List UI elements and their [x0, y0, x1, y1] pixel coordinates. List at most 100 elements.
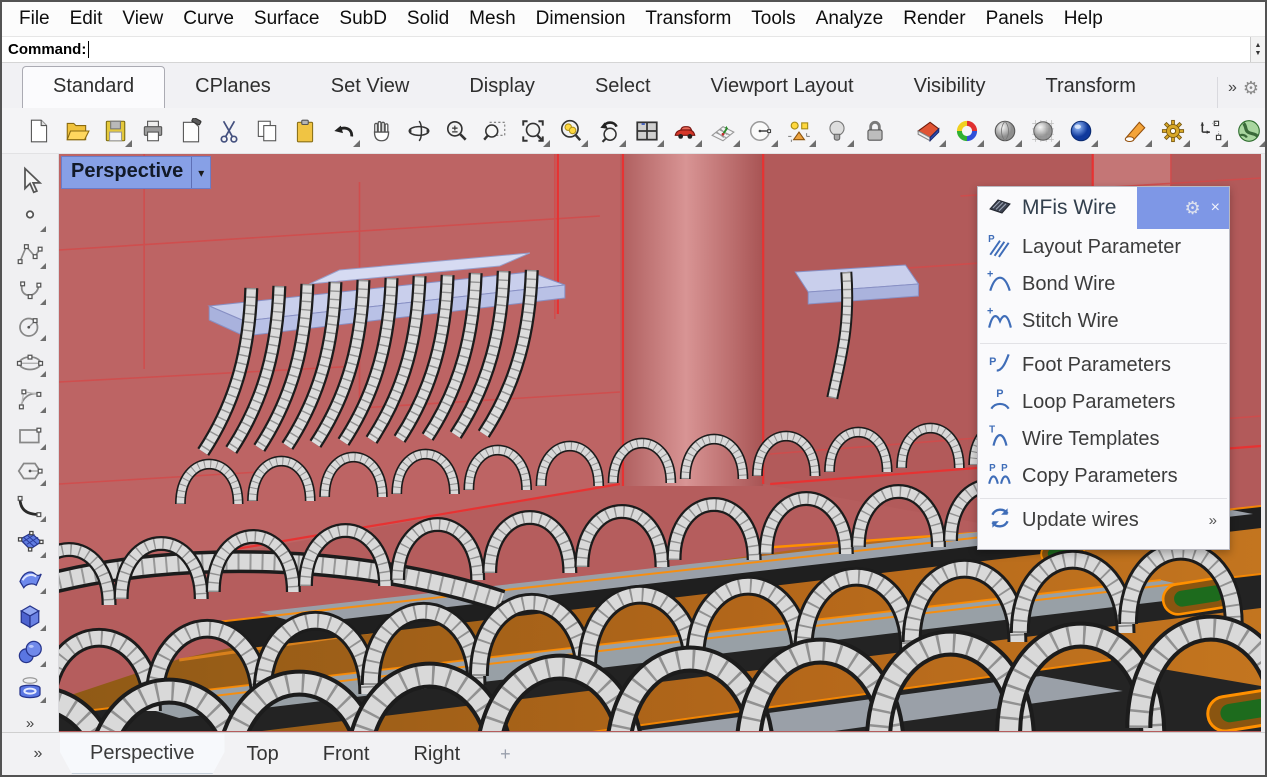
- patch-surface-icon[interactable]: [14, 564, 46, 594]
- spinner-up-icon[interactable]: ▲: [1255, 42, 1262, 50]
- tab-overflow-chevron[interactable]: »: [1228, 79, 1237, 97]
- menu-curve[interactable]: Curve: [174, 5, 243, 33]
- menu-dimension[interactable]: Dimension: [527, 5, 635, 33]
- command-history-spinner[interactable]: ▲ ▼: [1250, 37, 1265, 62]
- control-point-curve-icon[interactable]: [14, 238, 46, 268]
- tab-visibility[interactable]: Visibility: [884, 67, 1016, 108]
- sidebar-overflow-chevron[interactable]: »: [16, 745, 60, 763]
- named-views-icon[interactable]: [671, 117, 698, 144]
- earth-anchor-icon[interactable]: [1235, 117, 1262, 144]
- fillet-curves-icon[interactable]: [14, 492, 46, 522]
- mfis-item-foot-parameters[interactable]: P Foot Parameters: [978, 347, 1229, 384]
- mfis-update-chevron[interactable]: »: [1209, 512, 1229, 529]
- point-icon[interactable]: [14, 202, 46, 232]
- add-viewport-icon[interactable]: +: [500, 744, 511, 765]
- menu-file[interactable]: File: [10, 5, 59, 33]
- new-file-icon[interactable]: [25, 117, 52, 144]
- viewport-title-dropdown-icon[interactable]: ▾: [191, 157, 210, 188]
- mfis-close-icon[interactable]: ×: [1211, 199, 1220, 217]
- undo-view-change-icon[interactable]: [595, 117, 622, 144]
- options-icon[interactable]: [1159, 117, 1186, 144]
- delete-page-icon[interactable]: [177, 117, 204, 144]
- tab-set-view[interactable]: Set View: [301, 67, 440, 108]
- cut-icon[interactable]: [215, 117, 242, 144]
- tab-select[interactable]: Select: [565, 67, 681, 108]
- menu-render[interactable]: Render: [894, 5, 974, 33]
- viewport-tab-right[interactable]: Right: [391, 737, 482, 772]
- select-icon[interactable]: [14, 166, 46, 196]
- menu-solid[interactable]: Solid: [398, 5, 458, 33]
- rectangle-icon[interactable]: [14, 419, 46, 449]
- polygon-icon[interactable]: [14, 456, 46, 486]
- print-icon[interactable]: [139, 117, 166, 144]
- menu-subd[interactable]: SubD: [330, 5, 396, 33]
- mfis-gear-icon[interactable]: ⚙: [1185, 198, 1201, 219]
- object-snap-icon[interactable]: [785, 117, 812, 144]
- svg-text:+: +: [987, 269, 993, 281]
- zoom-selected-icon[interactable]: [557, 117, 584, 144]
- lock-icon[interactable]: [861, 117, 888, 144]
- spinner-down-icon[interactable]: ▼: [1255, 50, 1262, 58]
- menu-transform[interactable]: Transform: [636, 5, 740, 33]
- svg-text:+: +: [987, 306, 993, 318]
- zoom-window-icon[interactable]: [481, 117, 508, 144]
- menu-panels[interactable]: Panels: [977, 5, 1053, 33]
- rendered-viewport-icon[interactable]: [1067, 117, 1094, 144]
- menu-analyze[interactable]: Analyze: [807, 5, 893, 33]
- zoom-extents-icon[interactable]: [519, 117, 546, 144]
- analyze-surface-icon[interactable]: [915, 117, 942, 144]
- shaded-viewport-icon[interactable]: [991, 117, 1018, 144]
- mfis-panel-header[interactable]: MFis Wire ⚙ ×: [978, 187, 1229, 229]
- spotlight-icon[interactable]: [1121, 117, 1148, 144]
- color-wheel-icon[interactable]: [953, 117, 980, 144]
- box-icon[interactable]: [14, 600, 46, 630]
- perspective-viewport[interactable]: Perspective ▾ MFis Wire ⚙ × P Layout Par…: [59, 154, 1261, 732]
- tab-viewport-layout[interactable]: Viewport Layout: [681, 67, 884, 108]
- circle-icon[interactable]: [14, 311, 46, 341]
- mfis-item-stitch-wire[interactable]: + Stitch Wire: [978, 303, 1229, 340]
- mfis-item-bond-wire[interactable]: + Bond Wire: [978, 266, 1229, 303]
- command-bar[interactable]: Command: ▲ ▼: [2, 37, 1265, 63]
- viewport-tab-top[interactable]: Top: [225, 737, 301, 772]
- viewport-title[interactable]: Perspective ▾: [61, 156, 211, 189]
- viewport-tab-front[interactable]: Front: [301, 737, 392, 772]
- tab-standard[interactable]: Standard: [22, 66, 165, 108]
- rotate-view-icon[interactable]: [405, 117, 432, 144]
- menu-surface[interactable]: Surface: [245, 5, 328, 33]
- sphere-icon[interactable]: [14, 637, 46, 667]
- copy-icon[interactable]: [253, 117, 280, 144]
- mfis-item-wire-templates[interactable]: T Wire Templates: [978, 421, 1229, 458]
- paste-icon[interactable]: [291, 117, 318, 144]
- dimension-icon[interactable]: [1197, 117, 1224, 144]
- ghosted-viewport-icon[interactable]: [1029, 117, 1056, 144]
- rotate-cplane-icon[interactable]: [747, 117, 774, 144]
- menu-tools[interactable]: Tools: [742, 5, 804, 33]
- menu-view[interactable]: View: [113, 5, 172, 33]
- save-file-icon[interactable]: [101, 117, 128, 144]
- tab-display[interactable]: Display: [439, 67, 565, 108]
- mfis-item-copy-parameters[interactable]: PP Copy Parameters: [978, 458, 1229, 495]
- open-file-icon[interactable]: [63, 117, 90, 144]
- mfis-item-loop-parameters[interactable]: P Loop Parameters: [978, 384, 1229, 421]
- curve-interpolate-icon[interactable]: [14, 275, 46, 305]
- zoom-dynamic-icon[interactable]: ±: [443, 117, 470, 144]
- arc-icon[interactable]: [14, 383, 46, 413]
- menu-mesh[interactable]: Mesh: [460, 5, 524, 33]
- sidebar-more-chevron[interactable]: »: [26, 715, 34, 732]
- mfis-item-update-wires[interactable]: Update wires »: [978, 502, 1229, 539]
- mfis-item-layout-parameter[interactable]: P Layout Parameter: [978, 229, 1229, 266]
- cplane-icon[interactable]: [709, 117, 736, 144]
- revolved-surface-icon[interactable]: [14, 673, 46, 703]
- menu-help[interactable]: Help: [1055, 5, 1112, 33]
- ellipse-icon[interactable]: [14, 347, 46, 377]
- pan-icon[interactable]: [367, 117, 394, 144]
- menu-edit[interactable]: Edit: [61, 5, 112, 33]
- lights-icon[interactable]: [823, 117, 850, 144]
- surface-from-cv-icon[interactable]: [14, 528, 46, 558]
- tab-gear-icon[interactable]: ⚙: [1243, 78, 1259, 99]
- undo-icon[interactable]: [329, 117, 356, 144]
- viewport-tab-perspective[interactable]: Perspective: [60, 734, 225, 774]
- tab-cplanes[interactable]: CPlanes: [165, 67, 301, 108]
- viewport-layout-icon[interactable]: [633, 117, 660, 144]
- tab-transform[interactable]: Transform: [1015, 67, 1165, 108]
